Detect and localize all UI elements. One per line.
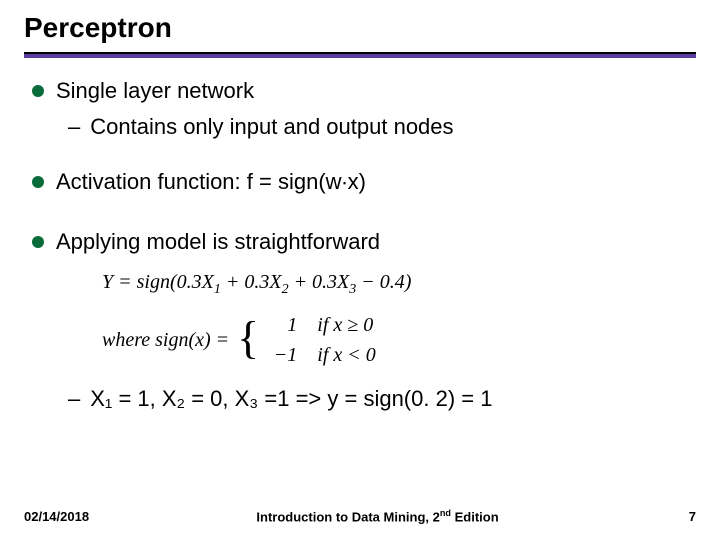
formula-where: where sign(x) = [102,325,229,355]
bullet-1-sub-text: Contains only input and output nodes [90,112,453,142]
bullet-1-text: Single layer network [56,76,254,106]
brace-icon: { [237,315,259,361]
case1-val: 1 [267,310,297,340]
dash-icon: – [68,112,80,142]
formula-y-part4: − 0.4) [356,271,411,293]
dash-icon: – [68,384,80,414]
bullet-1: Single layer network [32,76,696,106]
bullet-dot-icon [32,176,44,188]
bullet-2-text: Activation function: f = sign(w∙x) [56,167,366,197]
bullet-dot-icon [32,236,44,248]
bullet-1-sub: – Contains only input and output nodes [32,112,696,142]
footer-center-suf: Edition [451,509,499,524]
bullet-dot-icon [32,85,44,97]
page-number: 7 [666,509,696,524]
case1-cond: if x ≥ 0 [317,310,373,340]
formula-sign: where sign(x) = { 1 if x ≥ 0 −1 if x < 0 [102,310,696,370]
bullet-3-text: Applying model is straightforward [56,227,380,257]
formula-block: Y = sign(0.3X1 + 0.3X2 + 0.3X3 − 0.4) wh… [32,267,696,370]
formula-y: Y = sign(0.3X1 + 0.3X2 + 0.3X3 − 0.4) [102,267,696,300]
example-row: – X₁ = 1, X₂ = 0, X₃ =1 => y = sign(0. 2… [32,384,696,414]
footer-date: 02/14/2018 [24,509,89,524]
formula-y-part2: + 0.3X [221,271,282,293]
footer-center: Introduction to Data Mining, 2nd Edition [89,508,666,524]
slide-title: Perceptron [24,12,696,50]
formula-y-part3: + 0.3X [289,271,350,293]
slide: Perceptron Single layer network – Contai… [0,0,720,540]
bullet-3: Applying model is straightforward [32,227,696,257]
case2-cond: if x < 0 [317,340,376,370]
formula-y-part1: Y = sign(0.3X [102,271,214,293]
bullet-2: Activation function: f = sign(w∙x) [32,167,696,197]
case2-val: −1 [267,340,297,370]
footer-center-pre: Introduction to Data Mining, 2 [256,509,439,524]
footer: 02/14/2018 Introduction to Data Mining, … [24,508,696,524]
example-text: X₁ = 1, X₂ = 0, X₃ =1 => y = sign(0. 2) … [90,384,492,414]
content-area: Single layer network – Contains only inp… [24,76,696,413]
title-rule [24,52,696,58]
